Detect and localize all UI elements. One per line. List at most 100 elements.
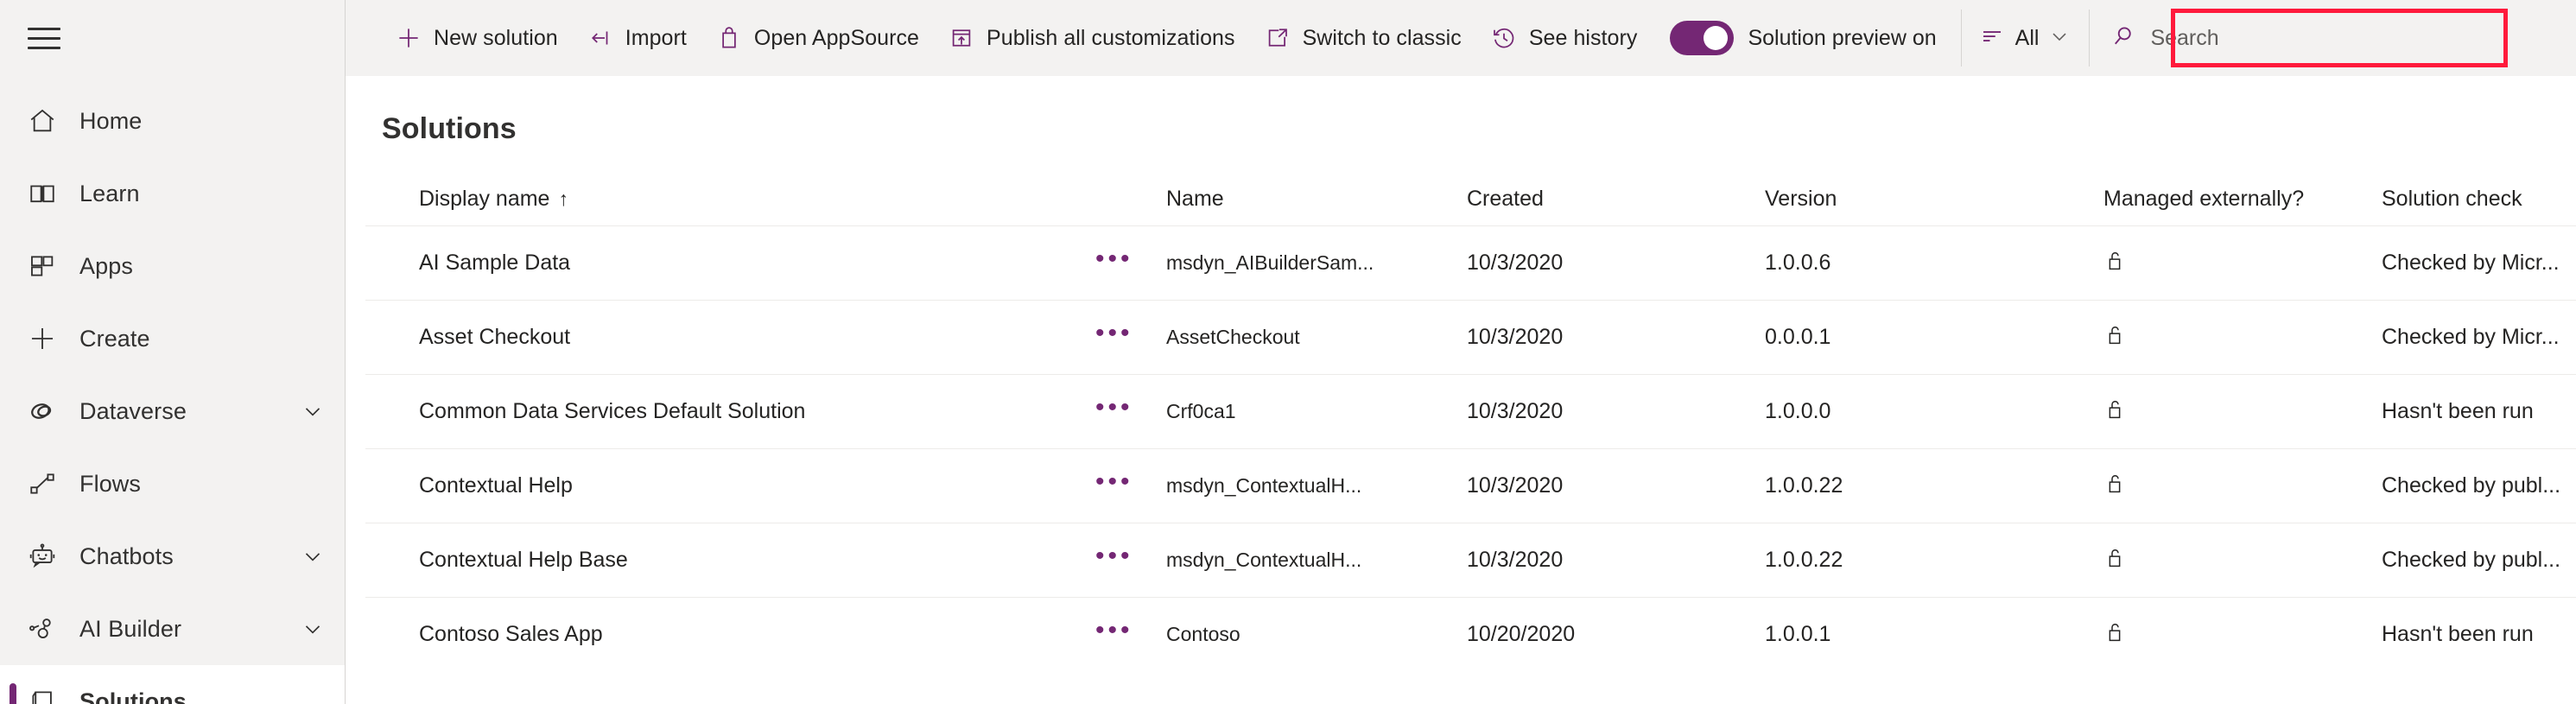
import-arrow-icon — [586, 25, 615, 51]
row-overflow-menu-button[interactable]: ••• — [1095, 618, 1166, 644]
publish-all-customizations-label: Publish all customizations — [987, 25, 1235, 50]
row-overflow-menu-button[interactable]: ••• — [1095, 320, 1166, 346]
cell-display-name: Common Data Services Default Solution — [419, 399, 806, 423]
import-label: Import — [625, 25, 687, 50]
hamburger-icon[interactable] — [28, 25, 60, 51]
cell-display-name: Contextual Help Base — [419, 548, 628, 572]
column-header-display-name[interactable]: Display name ↑ — [365, 187, 1095, 212]
ellipsis-icon: ••• — [1095, 616, 1133, 644]
sidebar-item-label: Apps — [79, 252, 133, 279]
sidebar-item-solutions[interactable]: Solutions — [0, 665, 345, 704]
solutions-table: Display name ↑ Name Created Version Mana… — [346, 172, 2576, 671]
search-box[interactable]: Search — [2095, 0, 2234, 76]
cell-solution-check: Checked by publ... — [2382, 473, 2561, 498]
apps-grid-icon — [28, 251, 67, 281]
column-header-label: Solution check — [2382, 186, 2522, 211]
sidebar-item-create[interactable]: Create — [0, 302, 345, 375]
cell-display-name: Contoso Sales App — [419, 622, 603, 646]
sidebar-item-label: Create — [79, 325, 150, 352]
new-solution-button[interactable]: New solution — [380, 0, 572, 76]
ellipsis-icon: ••• — [1095, 319, 1133, 347]
sidebar-item-label: Flows — [79, 470, 142, 497]
sidebar-item-label: Learn — [79, 180, 140, 206]
sidebar-item-label: Chatbots — [79, 542, 174, 569]
chevron-down-icon[interactable] — [300, 398, 326, 424]
history-clock-icon — [1489, 25, 1519, 51]
row-overflow-menu-button[interactable]: ••• — [1095, 469, 1166, 495]
table-row[interactable]: Asset Checkout ••• AssetCheckout 10/3/20… — [365, 300, 2576, 374]
column-header-solution-check[interactable]: Solution check — [2382, 187, 2576, 212]
import-button[interactable]: Import — [572, 0, 701, 76]
home-icon — [28, 106, 67, 136]
cell-solution-check: Hasn't been run — [2382, 622, 2534, 646]
cell-solution-check: Checked by publ... — [2382, 548, 2561, 572]
sidebar-item-dataverse[interactable]: Dataverse — [0, 375, 345, 447]
cell-managed-externally — [2103, 322, 2382, 352]
sidebar-item-flows[interactable]: Flows — [0, 447, 345, 520]
chevron-down-icon[interactable] — [300, 616, 326, 642]
switch-to-classic-button[interactable]: Switch to classic — [1249, 0, 1475, 76]
column-header-label: Managed externally? — [2103, 186, 2305, 211]
sidebar-item-label: Home — [79, 107, 143, 134]
cell-managed-externally — [2103, 545, 2382, 575]
solution-preview-toggle-label: Solution preview on — [1748, 25, 1937, 50]
cell-name: msdyn_ContextualH... — [1166, 549, 1362, 571]
cell-solution-check: Checked by Micr... — [2382, 251, 2560, 275]
row-overflow-menu-button[interactable]: ••• — [1095, 543, 1166, 569]
sidebar-item-chatbots[interactable]: Chatbots — [0, 520, 345, 593]
sidebar-item-ai-builder[interactable]: AI Builder — [0, 593, 345, 665]
plus-icon — [394, 25, 423, 51]
cell-version: 1.0.0.6 — [1765, 251, 1831, 275]
sidebar-item-learn[interactable]: Learn — [0, 157, 345, 230]
chevron-down-icon[interactable] — [2047, 24, 2072, 53]
ai-builder-icon — [28, 614, 67, 644]
view-filter-all-button[interactable]: All — [1967, 0, 2084, 76]
publish-all-customizations-button[interactable]: Publish all customizations — [933, 0, 1249, 76]
column-header-label: Display name — [419, 186, 550, 211]
cell-managed-externally — [2103, 471, 2382, 501]
dataverse-icon — [28, 396, 67, 426]
cell-version: 0.0.0.1 — [1765, 325, 1831, 349]
column-header-name[interactable]: Name — [1166, 187, 1467, 212]
column-header-label: Version — [1765, 186, 1837, 211]
cell-created: 10/3/2020 — [1467, 399, 1564, 423]
unlocked-padlock-icon — [2103, 248, 2126, 278]
open-in-new-icon — [1263, 25, 1292, 51]
cell-managed-externally — [2103, 619, 2382, 650]
table-row[interactable]: Common Data Services Default Solution ••… — [365, 374, 2576, 448]
cell-version: 1.0.0.22 — [1765, 548, 1843, 572]
cell-name: msdyn_ContextualH... — [1166, 474, 1362, 497]
plus-icon — [28, 324, 67, 353]
solution-preview-toggle[interactable]: Solution preview on — [1651, 0, 1955, 76]
column-header-version[interactable]: Version — [1765, 187, 2103, 212]
cell-name: Contoso — [1166, 623, 1240, 645]
unlocked-padlock-icon — [2103, 545, 2126, 575]
toggle-knob — [1704, 26, 1729, 50]
sidebar-item-home[interactable]: Home — [0, 85, 345, 157]
main-content-area: New solution Import Open AppSource Publi… — [346, 0, 2576, 704]
cell-created: 10/20/2020 — [1467, 622, 1576, 646]
table-row[interactable]: Contextual Help Base ••• msdyn_Contextua… — [365, 523, 2576, 597]
left-navigation-sidebar: Home Learn Apps Create Dataverse Flows C… — [0, 0, 346, 704]
unlocked-padlock-icon — [2103, 619, 2126, 650]
column-header-created[interactable]: Created — [1467, 187, 1765, 212]
cell-display-name: Contextual Help — [419, 473, 573, 498]
see-history-label: See history — [1528, 25, 1638, 50]
table-row[interactable]: Contoso Sales App ••• Contoso 10/20/2020… — [365, 597, 2576, 671]
row-overflow-menu-button[interactable]: ••• — [1095, 246, 1166, 272]
see-history-button[interactable]: See history — [1475, 0, 1652, 76]
unlocked-padlock-icon — [2103, 322, 2126, 352]
page-title: Solutions — [382, 112, 517, 145]
open-appsource-button[interactable]: Open AppSource — [701, 0, 933, 76]
open-appsource-label: Open AppSource — [753, 25, 920, 50]
row-overflow-menu-button[interactable]: ••• — [1095, 395, 1166, 421]
sidebar-item-apps[interactable]: Apps — [0, 230, 345, 302]
power-apps-maker-portal: Home Learn Apps Create Dataverse Flows C… — [0, 0, 2576, 704]
table-row[interactable]: Contextual Help ••• msdyn_ContextualH...… — [365, 448, 2576, 523]
sidebar-item-label: Dataverse — [79, 397, 187, 424]
sidebar-item-label: AI Builder — [79, 615, 182, 642]
chevron-down-icon[interactable] — [300, 543, 326, 569]
table-row[interactable]: AI Sample Data ••• msdyn_AIBuilderSam...… — [365, 225, 2576, 300]
column-header-managed-externally[interactable]: Managed externally? — [2103, 187, 2382, 212]
toolbar-divider-2 — [2089, 10, 2091, 67]
